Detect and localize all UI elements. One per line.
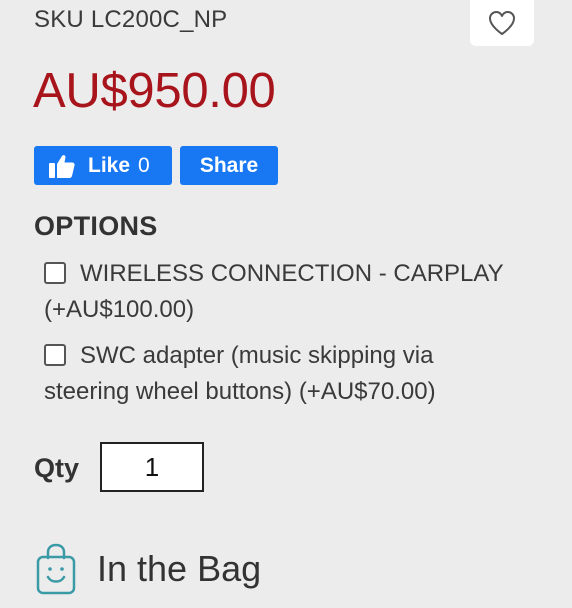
quantity-label: Qty [34, 453, 80, 483]
option-swc-adapter[interactable]: SWC adapter (music skipping via steering… [44, 338, 524, 410]
facebook-share-button[interactable]: Share [180, 146, 278, 185]
quantity-input[interactable] [100, 442, 204, 492]
option-label: WIRELESS CONNECTION - CARPLAY (+AU$100.0… [44, 260, 504, 323]
wishlist-button[interactable] [470, 0, 534, 46]
social-buttons: Like 0 Share [34, 146, 278, 185]
facebook-like-count: 0 [138, 153, 150, 177]
facebook-like-button[interactable]: Like 0 [34, 146, 172, 185]
product-price: AU$950.00 [33, 64, 276, 118]
heart-outline-icon [489, 11, 515, 35]
facebook-share-label: Share [199, 153, 259, 177]
option-checkbox[interactable] [44, 262, 66, 284]
product-detail-panel: SKU LC200C_NP AU$950.00 Like 0 Share OPT… [0, 0, 572, 608]
in-the-bag-section[interactable]: In the Bag [35, 543, 261, 595]
in-the-bag-label: In the Bag [97, 548, 262, 589]
options-heading: OPTIONS [34, 211, 158, 241]
product-sku: SKU LC200C_NP [34, 6, 228, 33]
option-wireless-carplay[interactable]: WIRELESS CONNECTION - CARPLAY (+AU$100.0… [44, 256, 524, 328]
option-checkbox[interactable] [44, 344, 66, 366]
facebook-like-label: Like [88, 153, 131, 177]
shopping-bag-icon [36, 543, 76, 595]
option-label: SWC adapter (music skipping via steering… [44, 342, 436, 405]
thumbs-up-icon [48, 153, 76, 179]
